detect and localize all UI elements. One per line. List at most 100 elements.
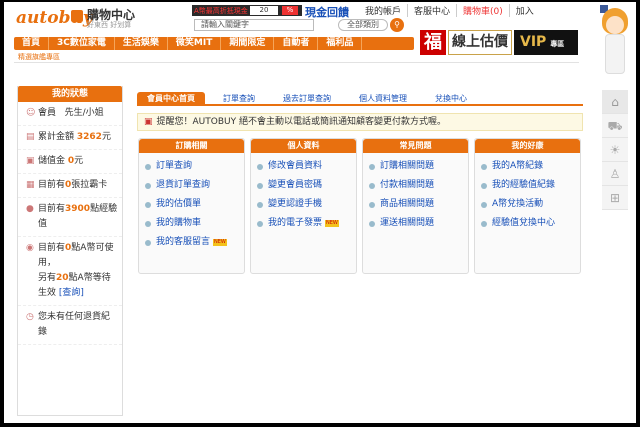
bullet-icon bbox=[145, 220, 151, 227]
list-item[interactable]: 商品相關問題 bbox=[369, 195, 462, 214]
coupon-icon: ▦ bbox=[26, 180, 35, 190]
link-customer-service[interactable]: 客服中心 bbox=[408, 4, 458, 17]
list-item[interactable]: 我的客服留言 NEW bbox=[145, 233, 238, 252]
cart-icon[interactable]: ⊞ bbox=[602, 186, 628, 210]
tab-member-home[interactable]: 會員中心首頁 bbox=[137, 92, 205, 104]
new-badge: NEW bbox=[325, 220, 339, 227]
lightbulb-icon[interactable]: ☀ bbox=[602, 138, 628, 162]
search-category-select[interactable]: 全部類別 bbox=[338, 19, 388, 31]
nav-item-life[interactable]: 生活娛樂 bbox=[115, 37, 168, 50]
search-icon[interactable]: ⚲ bbox=[390, 18, 404, 32]
list-item[interactable]: 經驗值兌換中心 bbox=[481, 214, 574, 233]
box-profile: 個人資料 修改會員資料 變更會員密碼 變更認證手機 我的電子發票 NEW bbox=[250, 138, 357, 274]
new-badge: NEW bbox=[213, 239, 227, 246]
menu-boxes: 訂購相關 訂單查詢 退貨訂單查詢 我的估價單 我的購物車 我的客服留言 NEW 個… bbox=[138, 138, 584, 274]
sidebar-deposit: ▣ 儲值金 0元 bbox=[18, 150, 122, 174]
nav-item-limited[interactable]: 期間限定 bbox=[221, 37, 275, 50]
bullet-icon bbox=[145, 163, 151, 170]
bullet-icon bbox=[257, 163, 263, 170]
sidebar-abi: ◉ 目前有0點A幣可使用， 另有20點A幣等待生效 [查詢] bbox=[18, 237, 122, 306]
cash-back-label[interactable]: 現金回饋 bbox=[305, 4, 349, 20]
bullet-icon bbox=[145, 239, 151, 246]
main-nav: 首頁 3C數位家電 生活娛樂 微笑MIT 期間限定 自動者 福利品 bbox=[14, 37, 414, 50]
coin-icon: ◉ bbox=[26, 243, 34, 253]
status-sidebar: 我的狀態 ☺ 會員 先生/小姐 ▤ 累計金額 3262元 ▣ 儲值金 0元 ▦ … bbox=[17, 86, 123, 416]
box-orders: 訂購相關 訂單查詢 退貨訂單查詢 我的估價單 我的購物車 我的客服留言 NEW bbox=[138, 138, 245, 274]
shopping-bag-icon bbox=[71, 10, 83, 22]
back-to-top-icon[interactable]: ⌂ bbox=[602, 90, 628, 114]
box-title: 我的好康 bbox=[475, 139, 580, 153]
box-title: 訂購相關 bbox=[139, 139, 244, 153]
mascot-image[interactable] bbox=[598, 8, 632, 84]
bullet-icon bbox=[257, 182, 263, 189]
list-item[interactable]: 變更會員密碼 bbox=[257, 176, 350, 195]
list-item[interactable]: 訂單查詢 bbox=[145, 157, 238, 176]
notice-text: 提醒您！AUTOBUY 絕不會主動以電話或簡訊通知顧客變更付款方式喔。 bbox=[156, 117, 446, 127]
bullet-icon bbox=[257, 220, 263, 227]
box-title: 常見問題 bbox=[363, 139, 468, 153]
nav-item-3c[interactable]: 3C數位家電 bbox=[49, 37, 115, 50]
promo-tag: A幣最高折抵現金 bbox=[194, 7, 248, 15]
wallet-icon: ▣ bbox=[26, 156, 35, 166]
list-item[interactable]: 我的電子發票 NEW bbox=[257, 214, 350, 233]
link-my-account[interactable]: 我的帳戶 bbox=[359, 4, 409, 17]
side-toolbar: ⌂ ⛟ ☀ ♙ ⊞ bbox=[602, 90, 628, 210]
list-item[interactable]: A幣兌換活動 bbox=[481, 195, 574, 214]
sidebar-exp: ● 目前有3900點經驗值 bbox=[18, 198, 122, 237]
list-item[interactable]: 付款相關問題 bbox=[369, 176, 462, 195]
bulb-icon: ● bbox=[26, 204, 34, 214]
nav-item-mit[interactable]: 微笑MIT bbox=[168, 37, 222, 50]
bullet-icon bbox=[145, 201, 151, 208]
promo-percent: 20 bbox=[250, 6, 278, 15]
list-item[interactable]: 變更認證手機 bbox=[257, 195, 350, 214]
search-input[interactable]: 請輸入關鍵字 bbox=[194, 19, 314, 31]
tab-past-orders[interactable]: 過去訂單查詢 bbox=[273, 92, 341, 104]
sidebar-title: 我的狀態 bbox=[18, 86, 122, 102]
nav-item-home[interactable]: 首頁 bbox=[14, 37, 50, 50]
sidebar-member: ☺ 會員 先生/小姐 bbox=[18, 102, 122, 126]
box-benefits: 我的好康 我的A幣紀錄 我的經驗值紀錄 A幣兌換活動 經驗值兌換中心 bbox=[474, 138, 581, 274]
sidebar-coupon: ▦ 目前有0張拉霸卡 bbox=[18, 174, 122, 198]
promo-bar[interactable]: A幣最高折抵現金 20 % bbox=[192, 5, 302, 16]
bullet-icon bbox=[369, 163, 375, 170]
user-icon: ☺ bbox=[26, 108, 36, 118]
page: autobuy 購物中心 好東西 好划算 A幣最高折抵現金 20 % 現金回饋 … bbox=[4, 2, 636, 423]
list-item[interactable]: 我的購物車 bbox=[145, 214, 238, 233]
top-links: 我的帳戶 客服中心 購物車(0) 加入 bbox=[359, 4, 540, 17]
clock-icon: ◷ bbox=[26, 312, 34, 322]
list-item[interactable]: 修改會員資料 bbox=[257, 157, 350, 176]
nav-item-welfare[interactable]: 福利品 bbox=[318, 37, 363, 50]
abi-query-link[interactable]: [查詢] bbox=[59, 288, 84, 298]
tab-profile[interactable]: 個人資料管理 bbox=[349, 92, 417, 104]
bullet-icon bbox=[481, 182, 487, 189]
list-item[interactable]: 運送相關問題 bbox=[369, 214, 462, 233]
link-join[interactable]: 加入 bbox=[510, 4, 540, 17]
list-item[interactable]: 我的A幣紀錄 bbox=[481, 157, 574, 176]
tab-order-query[interactable]: 訂單查詢 bbox=[213, 92, 265, 104]
sub-nav[interactable]: 精選旗艦專區 bbox=[14, 51, 579, 63]
list-item[interactable]: 我的經驗值紀錄 bbox=[481, 176, 574, 195]
list-item[interactable]: 退貨訂單查詢 bbox=[145, 176, 238, 195]
link-cart[interactable]: 購物車(0) bbox=[457, 4, 510, 17]
box-faq: 常見問題 訂購相關問題 付款相關問題 商品相關問題 運送相關問題 bbox=[362, 138, 469, 274]
box-title: 個人資料 bbox=[251, 139, 356, 153]
autobuy-logo[interactable]: autobuy bbox=[16, 6, 93, 34]
list-item[interactable]: 我的估價單 bbox=[145, 195, 238, 214]
user-icon[interactable]: ♙ bbox=[602, 162, 628, 186]
list-item[interactable]: 訂購相關問題 bbox=[369, 157, 462, 176]
notice-icon: ▣ bbox=[144, 117, 153, 127]
bullet-icon bbox=[369, 220, 375, 227]
notice-bar: ▣ 提醒您！AUTOBUY 絕不會主動以電話或簡訊通知顧客變更付款方式喔。 bbox=[137, 113, 583, 131]
vip-sub: 專區 bbox=[550, 40, 565, 48]
bullet-icon bbox=[369, 201, 375, 208]
sidebar-total: ▤ 累計金額 3262元 bbox=[18, 126, 122, 150]
nav-item-auto[interactable]: 自動者 bbox=[274, 37, 319, 50]
bullet-icon bbox=[257, 201, 263, 208]
car-icon[interactable]: ⛟ bbox=[602, 114, 628, 138]
bullet-icon bbox=[145, 182, 151, 189]
bullet-icon bbox=[481, 201, 487, 208]
sidebar-return: ◷ 您未有任何退貨紀錄 bbox=[18, 306, 122, 345]
tab-redeem[interactable]: 兌換中心 bbox=[425, 92, 477, 104]
vip-label: VIP bbox=[520, 34, 547, 50]
promo-percent-sign: % bbox=[282, 6, 298, 15]
